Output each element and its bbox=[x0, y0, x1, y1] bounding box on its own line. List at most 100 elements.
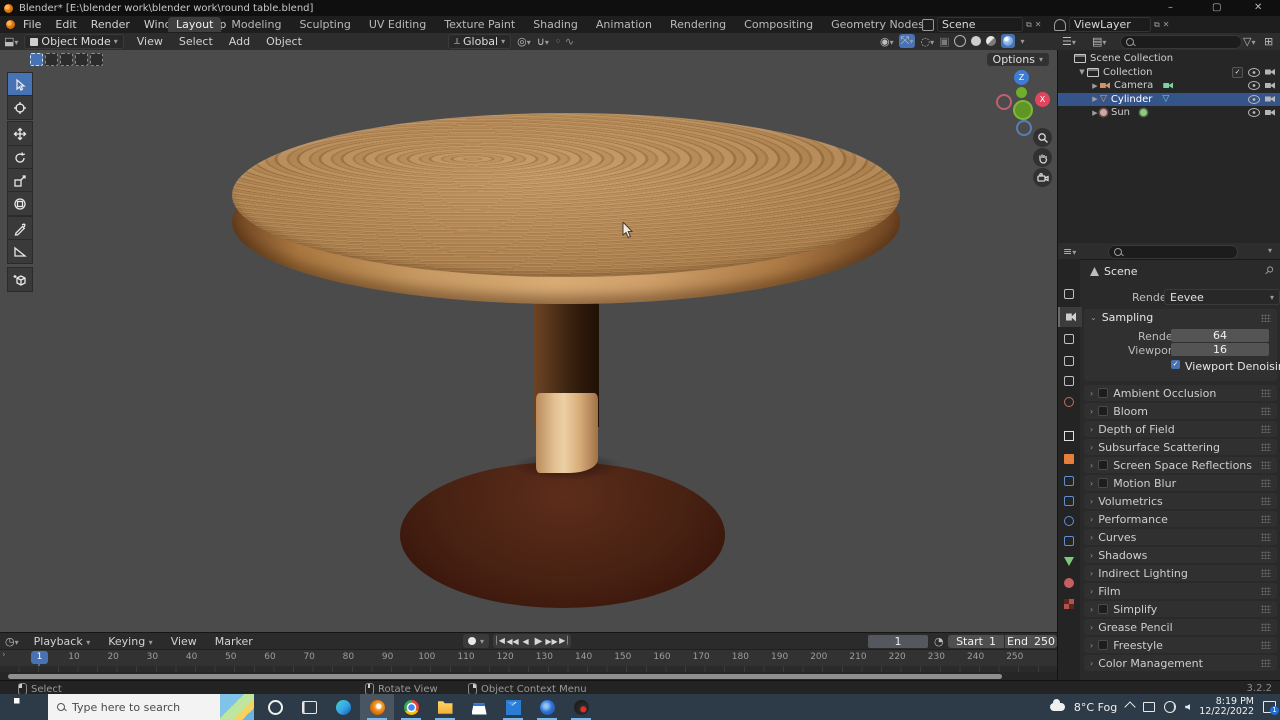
select-mode-tweak-icon[interactable] bbox=[30, 53, 43, 66]
section-checkbox[interactable] bbox=[1098, 406, 1109, 416]
weather-label[interactable]: 8°C Fog bbox=[1074, 701, 1117, 714]
properties-tab-material[interactable] bbox=[1058, 573, 1080, 593]
shading-wireframe-button[interactable] bbox=[954, 35, 967, 47]
taskbar-app-chrome[interactable] bbox=[394, 694, 428, 720]
new-collection-icon[interactable]: ⊞ bbox=[1264, 35, 1273, 48]
timeline-editor-icon[interactable]: ◷▾ bbox=[5, 635, 19, 648]
disable-in-renders-icon[interactable] bbox=[1265, 68, 1275, 76]
workspace-tab-animation[interactable]: Animation bbox=[588, 17, 660, 32]
properties-tab-output[interactable] bbox=[1058, 329, 1080, 349]
tool-select-box-button[interactable] bbox=[7, 72, 33, 97]
options-button[interactable]: Options ▾ bbox=[986, 53, 1049, 66]
viewlayer-selector[interactable]: ViewLayer ⧉ ✕ bbox=[1054, 17, 1169, 32]
jump-to-start-button[interactable]: ⏐◀ bbox=[493, 636, 506, 646]
record-button[interactable]: ▾ bbox=[463, 634, 490, 648]
prev-keyframe-button[interactable]: ◀◀ bbox=[506, 637, 519, 646]
viewport-menu-select[interactable]: Select bbox=[172, 34, 220, 49]
properties-tab-render[interactable] bbox=[1058, 307, 1082, 327]
pin-icon[interactable]: ⚲ bbox=[1262, 263, 1277, 278]
expand-arrow-icon[interactable]: ▶ bbox=[1090, 95, 1100, 103]
scene-selector[interactable]: Scene ⧉ ✕ bbox=[922, 17, 1041, 32]
outliner-editor-icon[interactable]: ☰▾ bbox=[1062, 35, 1076, 48]
gizmo-y-neg-axis[interactable] bbox=[1013, 100, 1033, 120]
taskbar-app-mail[interactable] bbox=[496, 694, 530, 720]
sampling-panel-header[interactable]: ⌄ Sampling bbox=[1090, 311, 1153, 324]
editor-type-icon[interactable]: ⬓▾ bbox=[4, 35, 18, 48]
menu-render[interactable]: Render bbox=[84, 17, 137, 32]
tool-transform-button[interactable] bbox=[7, 191, 33, 216]
taskbar-app-cortana[interactable] bbox=[258, 694, 292, 720]
properties-tab-particles[interactable] bbox=[1058, 491, 1080, 511]
scene-name[interactable]: Scene bbox=[937, 17, 1023, 32]
properties-tab-object-properties[interactable] bbox=[1058, 426, 1080, 446]
scene-unlink-icon[interactable]: ✕ bbox=[1035, 20, 1042, 29]
pan-hand-icon[interactable] bbox=[1033, 148, 1052, 167]
taskbar-app-blender[interactable] bbox=[360, 694, 394, 720]
timeline-menu-keying[interactable]: Keying ▾ bbox=[101, 634, 159, 649]
xray-toggle[interactable]: ▣ bbox=[939, 35, 949, 48]
select-mode-new-icon[interactable] bbox=[90, 53, 103, 66]
scene-copy-icon[interactable]: ⧉ bbox=[1026, 20, 1032, 30]
jump-to-end-button[interactable]: ▶⏐ bbox=[558, 636, 571, 646]
properties-tab-object-data[interactable] bbox=[1058, 551, 1080, 571]
timer-icon[interactable]: ◔ bbox=[934, 635, 944, 648]
gizmo-x-axis[interactable]: X bbox=[1035, 92, 1050, 107]
viewlayer-name[interactable]: ViewLayer bbox=[1069, 17, 1151, 32]
gizmo-z-axis[interactable]: Z bbox=[1014, 70, 1029, 85]
panel-grip-icon[interactable] bbox=[1261, 389, 1271, 397]
panel-grip-icon[interactable] bbox=[1261, 551, 1271, 559]
section-freestyle[interactable]: › Freestyle bbox=[1084, 637, 1277, 653]
properties-tab-modifiers[interactable] bbox=[1058, 471, 1080, 491]
panel-grip-icon[interactable] bbox=[1261, 659, 1271, 667]
section-color-management[interactable]: › Color Management bbox=[1084, 655, 1277, 671]
viewport-menu-object[interactable]: Object bbox=[259, 34, 309, 49]
start-button[interactable] bbox=[0, 694, 46, 720]
disable-in-renders-icon[interactable] bbox=[1265, 109, 1275, 116]
volume-icon[interactable] bbox=[1185, 704, 1191, 710]
tool-rotate-button[interactable] bbox=[7, 145, 33, 170]
properties-tab-texture[interactable] bbox=[1058, 594, 1080, 614]
properties-options-icon[interactable]: ▾ bbox=[1268, 246, 1272, 255]
hide-in-viewport-icon[interactable] bbox=[1248, 67, 1260, 77]
hide-in-viewport-icon[interactable] bbox=[1248, 81, 1260, 90]
panel-grip-icon[interactable] bbox=[1261, 533, 1271, 541]
panel-grip-icon[interactable] bbox=[1261, 605, 1271, 613]
select-mode-circle-icon[interactable] bbox=[60, 53, 73, 66]
panel-grip-icon[interactable] bbox=[1261, 515, 1271, 523]
workspace-tab-compositing[interactable]: Compositing bbox=[736, 17, 821, 32]
panel-grip-icon[interactable] bbox=[1261, 623, 1271, 631]
tool-cursor-button[interactable] bbox=[7, 95, 33, 120]
gizmo-y-axis[interactable] bbox=[1016, 87, 1027, 98]
timeline-expand-icon[interactable]: › bbox=[2, 650, 6, 660]
visibility-dropdown[interactable]: ◉▾ bbox=[880, 35, 894, 48]
timeline-menu-view[interactable]: View bbox=[164, 634, 204, 649]
workspace-tab-shading[interactable]: Shading bbox=[525, 17, 586, 32]
outliner-row-cylinder[interactable]: ▶ ▽ Cylinder ▽ bbox=[1058, 92, 1280, 106]
shading-rendered-button[interactable] bbox=[1001, 34, 1016, 48]
shading-dropdown[interactable]: ▾ bbox=[1020, 37, 1024, 46]
section-motion-blur[interactable]: › Motion Blur bbox=[1084, 475, 1277, 491]
outliner-row-sun[interactable]: ▶ Sun bbox=[1058, 106, 1280, 119]
expand-arrow-icon[interactable]: ▶ bbox=[1090, 109, 1100, 117]
workspace-tab-geometry-nodes[interactable]: Geometry Nodes bbox=[823, 17, 932, 32]
section-checkbox[interactable] bbox=[1098, 640, 1109, 650]
blender-logo-icon[interactable] bbox=[6, 20, 15, 29]
camera-view-icon[interactable] bbox=[1033, 168, 1052, 187]
object-mode-dropdown[interactable]: Object Mode ▾ bbox=[24, 34, 124, 49]
taskbar-app-store[interactable] bbox=[462, 694, 496, 720]
panel-grip-icon[interactable] bbox=[1261, 569, 1271, 577]
properties-tab-world[interactable] bbox=[1058, 392, 1080, 412]
section-screen-space-reflections[interactable]: › Screen Space Reflections bbox=[1084, 457, 1277, 473]
properties-tab-physics[interactable] bbox=[1058, 511, 1080, 531]
proportional-editing-icon[interactable]: ◦ ∿ bbox=[555, 35, 574, 48]
properties-editor-icon[interactable]: ≡▾ bbox=[1063, 245, 1076, 258]
section-grease-pencil[interactable]: › Grease Pencil bbox=[1084, 619, 1277, 635]
menu-file[interactable]: File bbox=[16, 17, 48, 32]
properties-tab-scene[interactable] bbox=[1058, 371, 1080, 391]
workspace-tab-sculpting[interactable]: Sculpting bbox=[291, 17, 358, 32]
select-mode-lasso-icon[interactable] bbox=[75, 53, 88, 66]
properties-tab-object[interactable] bbox=[1058, 449, 1080, 469]
outliner-filter-icon[interactable]: ▽▾ bbox=[1243, 35, 1255, 48]
tool-annotate-button[interactable] bbox=[7, 216, 33, 241]
workspace-tab-uv-editing[interactable]: UV Editing bbox=[361, 17, 434, 32]
